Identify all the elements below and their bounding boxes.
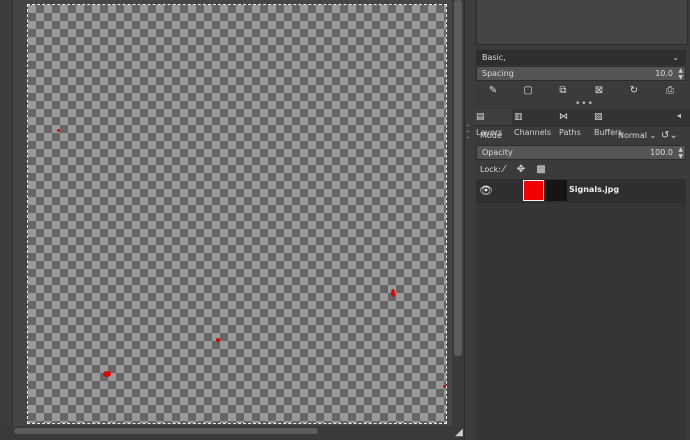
paths-icon: ⋈ [559, 112, 568, 122]
mode-dropdown[interactable]: Normal ⌄ [618, 128, 656, 143]
red-mark [57, 129, 60, 132]
eye-icon[interactable]: 👁 [479, 184, 493, 197]
mode-value: Normal [618, 131, 647, 140]
lock-position-icon[interactable]: ✥ [512, 162, 530, 178]
tab-paths[interactable]: ⋈Paths [557, 109, 592, 137]
channels-icon: ▥ [514, 112, 523, 122]
chevron-down-icon: ⌄ [672, 53, 679, 62]
tab-layers[interactable]: ▤Layers [474, 109, 512, 137]
layer-thumbnail [523, 180, 544, 201]
red-mark [391, 289, 395, 297]
layer-mask-thumbnail [546, 180, 567, 201]
drag-handle-icon[interactable]: · · · [466, 122, 470, 144]
preset-label: Basic, [482, 53, 506, 62]
layer-list[interactable] [476, 203, 686, 440]
spin-arrows-icon[interactable]: ▲ ▼ [678, 146, 683, 160]
opacity-label: Opacity [482, 148, 513, 157]
mode-label: Mode [480, 131, 502, 140]
horizontal-scrollbar-thumb[interactable] [14, 428, 318, 434]
brush-preview-area [476, 0, 688, 45]
layers-icon: ▤ [476, 112, 485, 122]
lock-alpha-icon[interactable]: ▩ [532, 162, 550, 178]
image-canvas[interactable] [27, 4, 447, 424]
layer-name[interactable]: Signals.jpg [569, 185, 619, 194]
open-brush-icon[interactable]: ⎙ [661, 83, 679, 99]
spacing-field[interactable]: Spacing 10.0 ▲ ▼ [476, 66, 686, 81]
lock-pixels-icon[interactable]: ⁄ [495, 162, 513, 178]
dock-menu-icon[interactable]: ◂ [677, 111, 681, 120]
buffers-icon: ▧ [594, 112, 603, 122]
panel-separator-grip[interactable]: ••• [575, 99, 594, 109]
preset-dropdown[interactable]: Basic, ⌄ [476, 50, 686, 65]
tool-options-actions: ✎ ▢ ⧉ ⊠ ↻ ⎙ [476, 83, 686, 99]
red-mark [216, 338, 220, 342]
refresh-icon[interactable]: ↻ [625, 83, 643, 99]
spin-arrows-icon[interactable]: ▲ ▼ [678, 67, 683, 81]
tab-buffers[interactable]: ▧Buffers [592, 109, 632, 137]
edit-brush-icon[interactable]: ✎ [484, 83, 502, 99]
spacing-value: 10.0 [655, 69, 673, 78]
opacity-value: 100.0 [650, 148, 673, 157]
vertical-scrollbar-thumb[interactable] [454, 0, 462, 356]
tab-channels[interactable]: ▥Channels [512, 109, 557, 137]
left-ruler-strip [0, 0, 13, 440]
red-mark [443, 385, 446, 388]
chevron-down-icon: ⌄ [649, 131, 657, 140]
opacity-field[interactable]: Opacity 100.0 ▲ ▼ [476, 145, 686, 160]
red-mark [103, 371, 111, 377]
spacing-label: Spacing [482, 69, 514, 78]
delete-brush-icon[interactable]: ⊠ [590, 83, 608, 99]
duplicate-brush-icon[interactable]: ⧉ [554, 83, 572, 99]
new-brush-icon[interactable]: ▢ [519, 83, 537, 99]
reset-mode-icon[interactable]: ↺⌄ [661, 128, 678, 143]
